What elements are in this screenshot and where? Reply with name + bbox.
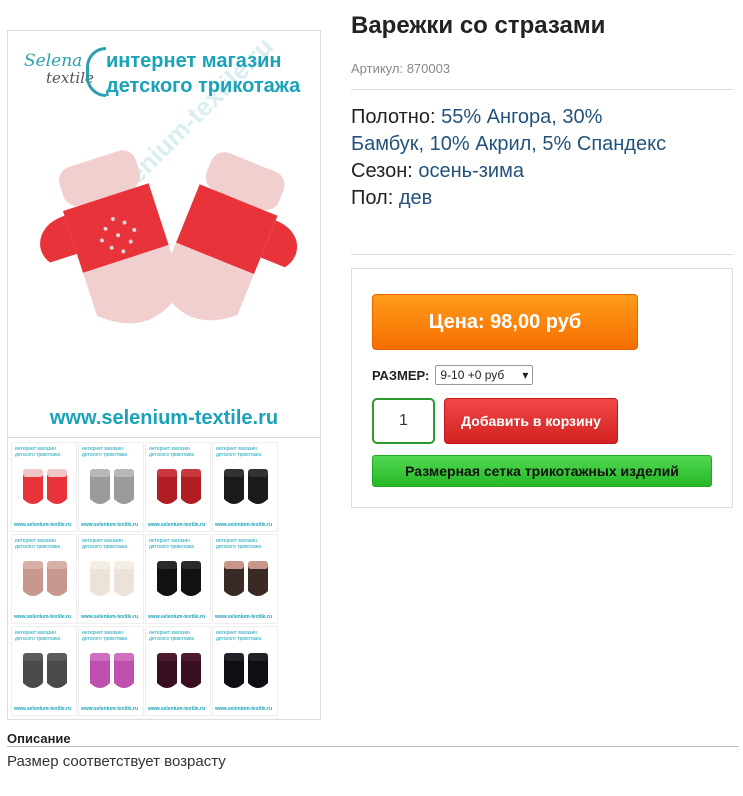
thumbnail-url: www.selenium-textile.ru (148, 706, 206, 712)
thumbnail-item[interactable]: интернет магазин детского трикотажа www.s… (78, 534, 144, 624)
thumbnail-mittens (224, 561, 268, 596)
thumbnail-item[interactable]: интернет магазин детского трикотажа www.s… (78, 442, 144, 532)
quantity-input[interactable]: 1 (372, 398, 435, 444)
season-label: Сезон: (351, 160, 413, 182)
thumbnail-grid: интернет магазин детского трикотажа www.s… (11, 442, 279, 718)
thumbnail-url: www.selenium-textile.ru (81, 614, 139, 620)
thumbnail-item[interactable]: интернет магазин детского трикотажа www.s… (212, 626, 278, 716)
size-select[interactable]: 9-10 +0 руб ▾ (435, 365, 534, 385)
thumbnail-url: www.selenium-textile.ru (215, 706, 273, 712)
spec-season: Сезон: осень-зима (351, 158, 681, 185)
site-url: www.selenium-textile.ru (49, 407, 279, 429)
thumbnail-item[interactable]: интернет магазин детского трикотажа www.s… (11, 534, 77, 624)
gender-value: дев (398, 187, 433, 209)
thumbnail-url: www.selenium-textile.ru (14, 614, 72, 620)
divider (351, 254, 733, 255)
thumbnail-logo: интернет магазин детского трикотажа (15, 446, 61, 458)
thumbnail-url: www.selenium-textile.ru (148, 614, 206, 620)
divider (351, 89, 733, 90)
thumbnail-logo: интернет магазин детского трикотажа (216, 446, 262, 458)
thumbnail-mittens (23, 653, 67, 688)
product-main-image[interactable]: Selena textile интернет магазин детского… (7, 30, 321, 438)
thumbnail-logo: интернет магазин детского трикотажа (15, 538, 61, 550)
thumbnail-item[interactable]: интернет магазин детского трикотажа www.s… (145, 626, 211, 716)
size-chart-button[interactable]: Размерная сетка трикотажных изделий (372, 455, 712, 487)
fabric-label: Полотно: (351, 106, 436, 128)
thumbnail-logo: интернет магазин детского трикотажа (82, 446, 128, 458)
right-mitten (159, 152, 298, 321)
thumbnail-url: www.selenium-textile.ru (215, 522, 273, 528)
thumbnail-logo: интернет магазин детского трикотажа (15, 630, 61, 642)
thumbnail-logo: интернет магазин детского трикотажа (149, 446, 195, 458)
description-title: Описание (7, 731, 71, 746)
product-specs: Полотно: 55% Ангора, 30% Бамбук, 10% Акр… (351, 104, 681, 212)
size-label: РАЗМЕР: (372, 367, 430, 383)
article-number: Артикул: 870003 (351, 61, 451, 76)
thumbnail-mittens (90, 653, 134, 688)
thumbnail-item[interactable]: интернет магазин детского трикотажа www.s… (212, 442, 278, 532)
divider (7, 746, 739, 747)
buy-box: Цена: 98,00 руб РАЗМЕР: 9-10 +0 руб ▾ 1 … (351, 268, 733, 508)
logo-script-1: Selena (24, 51, 83, 71)
thumbnail-mittens (90, 561, 134, 596)
thumbnail-mittens (90, 469, 134, 504)
thumbnail-logo: интернет магазин детского трикотажа (216, 630, 262, 642)
thumbnail-logo: интернет магазин детского трикотажа (82, 538, 128, 550)
thumbnail-logo: интернет магазин детского трикотажа (149, 538, 195, 550)
thumbnail-item[interactable]: интернет магазин детского трикотажа www.s… (11, 442, 77, 532)
thumbnail-mittens (157, 561, 201, 596)
thumbnail-item[interactable]: интернет магазин детского трикотажа www.s… (212, 534, 278, 624)
gender-label: Пол: (351, 187, 394, 209)
thumbnail-logo: интернет магазин детского трикотажа (216, 538, 262, 550)
thumbnail-mittens (224, 469, 268, 504)
spec-gender: Пол: дев (351, 185, 681, 212)
thumbnail-url: www.selenium-textile.ru (148, 522, 206, 528)
thumbnail-logo: интернет магазин детского трикотажа (149, 630, 195, 642)
thumbnail-url: www.selenium-textile.ru (14, 706, 72, 712)
thumbnail-item[interactable]: интернет магазин детского трикотажа www.s… (145, 442, 211, 532)
price-button[interactable]: Цена: 98,00 руб (372, 294, 638, 350)
left-mitten (40, 150, 183, 324)
thumbnail-mittens (23, 469, 67, 504)
chevron-down-icon: ▾ (522, 368, 529, 382)
thumbnail-mittens (157, 653, 201, 688)
thumbnail-mittens (23, 561, 67, 596)
thumbnail-item[interactable]: интернет магазин детского трикотажа www.s… (11, 626, 77, 716)
mittens-illustration (40, 150, 298, 324)
thumbnail-url: www.selenium-textile.ru (215, 614, 273, 620)
thumbnail-mittens (157, 469, 201, 504)
thumbnail-mittens (224, 653, 268, 688)
thumbnail-url: www.selenium-textile.ru (81, 522, 139, 528)
spec-fabric: Полотно: 55% Ангора, 30% Бамбук, 10% Акр… (351, 104, 681, 158)
size-row: РАЗМЕР: 9-10 +0 руб ▾ (372, 365, 534, 385)
description-text: Размер соответствует возрасту (7, 753, 226, 770)
size-selected-value: 9-10 +0 руб (440, 368, 505, 382)
season-value: осень-зима (418, 160, 524, 182)
thumbnail-item[interactable]: интернет магазин детского трикотажа www.s… (145, 534, 211, 624)
thumbnail-url: www.selenium-textile.ru (14, 522, 72, 528)
thumbnail-logo: интернет магазин детского трикотажа (82, 630, 128, 642)
product-title: Варежки со стразами (351, 12, 606, 39)
thumbnail-item[interactable]: интернет магазин детского трикотажа www.s… (78, 626, 144, 716)
thumbnail-url: www.selenium-textile.ru (81, 706, 139, 712)
add-to-cart-button[interactable]: Добавить в корзину (444, 398, 618, 444)
